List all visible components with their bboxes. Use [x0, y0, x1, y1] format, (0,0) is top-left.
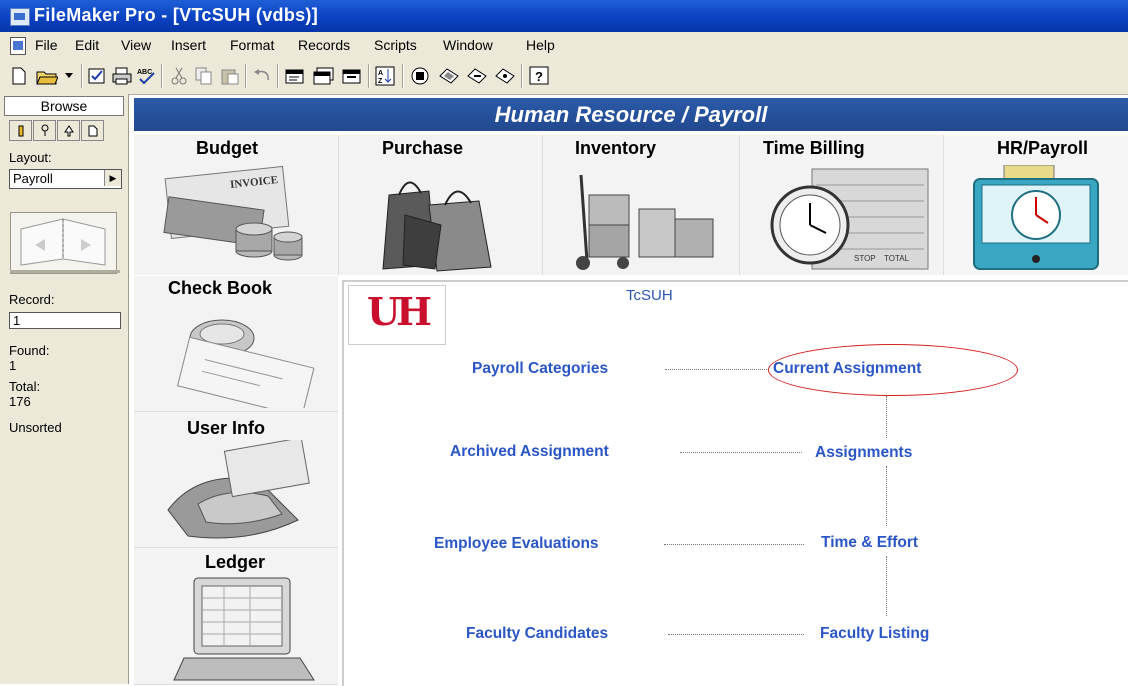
content-subtitle: TcSUH	[626, 287, 673, 304]
svg-text:?: ?	[535, 69, 543, 84]
undo-icon[interactable]	[251, 65, 273, 87]
page-header: Human Resource / Payroll	[134, 98, 1128, 131]
document-menu-icon[interactable]	[10, 37, 26, 55]
menu-format[interactable]: Format	[230, 37, 274, 53]
record-number-input[interactable]: 1	[9, 312, 121, 329]
new-record-icon[interactable]	[284, 65, 306, 87]
title-bar[interactable]: FileMaker Pro - [VTcSUH (vdbs)]	[0, 0, 1128, 32]
svg-text:ABC: ABC	[137, 69, 152, 76]
link-employee-evaluations[interactable]: Employee Evaluations	[434, 535, 599, 553]
filemaker-app-icon[interactable]	[10, 8, 30, 26]
total-value: 176	[9, 394, 31, 409]
layout-dropdown[interactable]: Payroll ▶	[9, 169, 122, 189]
nav-label-purchase: Purchase	[382, 138, 464, 158]
menu-records[interactable]: Records	[298, 37, 350, 53]
help-icon[interactable]: ?	[528, 65, 550, 87]
cut-icon[interactable]	[168, 65, 190, 87]
copy-icon[interactable]	[193, 65, 215, 87]
window-title: FileMaker Pro - [VTcSUH (vdbs)]	[34, 5, 319, 25]
shopping-bags-image	[382, 181, 492, 272]
check-book-image	[177, 319, 315, 408]
menu-edit[interactable]: Edit	[75, 37, 99, 53]
nav-label-budget: Budget	[196, 138, 258, 158]
stop-text: STOP	[854, 254, 876, 263]
menu-bar: File Edit View Insert Format Records Scr…	[0, 32, 1128, 59]
chevron-down-icon[interactable]	[62, 65, 76, 87]
menu-scripts[interactable]: Scripts	[374, 37, 417, 53]
connector-line	[886, 556, 887, 616]
connector-line	[668, 634, 804, 635]
content-panel	[342, 280, 1128, 686]
link-assignments[interactable]: Assignments	[815, 444, 912, 462]
new-file-icon[interactable]	[8, 65, 30, 87]
svg-text:A: A	[378, 70, 383, 77]
find-tool-icon[interactable]	[33, 120, 56, 141]
ledger-computer-image	[173, 577, 315, 681]
found-label: Found:	[9, 343, 50, 358]
preview-tool-icon[interactable]	[81, 120, 104, 141]
link-faculty-listing[interactable]: Faculty Listing	[820, 625, 929, 643]
sort-status: Unsorted	[9, 420, 62, 435]
browse-tool-icon[interactable]	[9, 120, 32, 141]
record-label: Record:	[9, 292, 55, 307]
connector-line	[664, 544, 804, 545]
accounts-icon[interactable]	[494, 65, 516, 87]
uh-logo-text: UH	[367, 289, 432, 334]
paste-icon[interactable]	[219, 65, 241, 87]
layout-value: Payroll	[13, 171, 53, 186]
delete-record-icon[interactable]	[341, 65, 363, 87]
stopwatch-billing-image: STOP TOTAL	[770, 168, 929, 270]
status-area: Browse Layout: Payroll ▶ Record: 1 Found…	[0, 94, 129, 684]
define-fields-icon[interactable]	[409, 65, 431, 87]
nav-label-check-book: Check Book	[168, 278, 273, 298]
link-time-effort[interactable]: Time & Effort	[821, 534, 918, 552]
nav-label-time-billing: Time Billing	[763, 138, 865, 158]
menu-view[interactable]: View	[121, 37, 151, 53]
connector-line	[886, 396, 887, 438]
layout-label: Layout:	[9, 150, 52, 165]
connector-line	[886, 466, 887, 526]
nav-label-user-info: User Info	[187, 418, 266, 438]
sort-icon[interactable]: AZ	[374, 65, 396, 87]
print-icon[interactable]	[111, 65, 133, 87]
link-archived-assignment[interactable]: Archived Assignment	[450, 443, 609, 461]
total-label: Total:	[9, 379, 41, 394]
value-lists-icon[interactable]	[466, 65, 488, 87]
found-value: 1	[9, 358, 17, 373]
relationships-icon[interactable]	[438, 65, 460, 87]
record-book-icon[interactable]	[10, 212, 117, 274]
connector-line	[680, 452, 802, 453]
mode-popup[interactable]: Browse	[4, 96, 124, 116]
menu-help[interactable]: Help	[526, 37, 555, 53]
chevron-right-icon: ▶	[104, 170, 121, 186]
hand-truck-boxes-image	[576, 174, 714, 270]
time-clock-image	[973, 165, 1099, 270]
record-slider[interactable]	[10, 270, 120, 273]
link-payroll-categories[interactable]: Payroll Categories	[472, 360, 608, 378]
nav-label-hr-payroll: HR/Payroll	[997, 138, 1089, 158]
menu-window[interactable]: Window	[443, 37, 493, 53]
menu-file[interactable]: File	[35, 37, 58, 53]
nav-label-inventory: Inventory	[575, 138, 657, 158]
spellcheck-icon[interactable]: ABC	[135, 65, 157, 87]
page-title: Human Resource / Payroll	[494, 102, 768, 127]
link-faculty-candidates[interactable]: Faculty Candidates	[466, 625, 608, 643]
card-reader-image	[167, 440, 310, 539]
toolbar: ABC AZ ?	[0, 58, 1128, 95]
total-text: TOTAL	[884, 254, 910, 263]
open-folder-icon[interactable]	[36, 65, 58, 87]
connector-line	[665, 369, 767, 370]
duplicate-record-icon[interactable]	[313, 65, 335, 87]
menu-insert[interactable]: Insert	[171, 37, 206, 53]
money-stack-image: INVOICE	[163, 165, 303, 261]
nav-label-ledger: Ledger	[205, 552, 266, 572]
svg-text:Z: Z	[378, 78, 383, 85]
checkbox-icon[interactable]	[86, 65, 108, 87]
link-current-assignment[interactable]: Current Assignment	[773, 360, 921, 378]
layout-tool-icon[interactable]	[57, 120, 80, 141]
